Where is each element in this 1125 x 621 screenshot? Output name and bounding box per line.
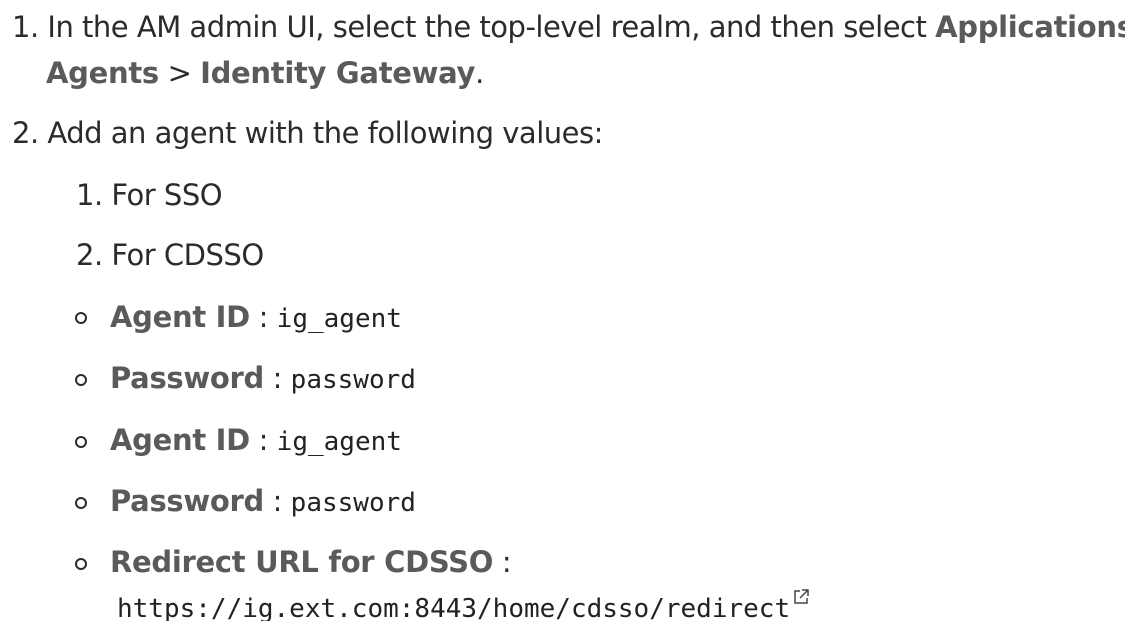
bullet-icon: [75, 558, 87, 570]
value-label: Password: [110, 361, 264, 395]
bullet-icon: [75, 497, 87, 509]
value-separator: :: [258, 423, 269, 457]
step-1-continued: Agents > Identity Gateway.: [46, 56, 484, 90]
step-text: Add an agent with the following values:: [47, 116, 603, 150]
value-separator: :: [272, 361, 283, 395]
substep-number: 2.: [76, 238, 103, 272]
value-agent-id-2: Agent ID : ig_agent: [110, 423, 402, 459]
step-1: 1. In the AM admin UI, select the top-le…: [12, 10, 1125, 44]
value-code: password: [290, 365, 416, 395]
nav-separator: >: [167, 56, 192, 90]
nav-identity-gateway: Identity Gateway: [200, 56, 476, 90]
nav-agents: Agents: [46, 56, 159, 90]
step-text-end: .: [475, 56, 484, 90]
bullet-icon: [75, 436, 87, 448]
value-code: ig_agent: [276, 304, 402, 334]
substep-sso: 1. For SSO: [76, 178, 223, 212]
substep-cdsso: 2. For CDSSO: [76, 238, 264, 272]
value-label: Agent ID: [110, 300, 250, 334]
redirect-url-link[interactable]: https://ig.ext.com:8443/home/cdsso/redir…: [117, 594, 790, 621]
value-separator: :: [258, 300, 269, 334]
value-code: password: [290, 488, 416, 518]
value-redirect-url: https://ig.ext.com:8443/home/cdsso/redir…: [117, 588, 810, 621]
value-label: Agent ID: [110, 423, 250, 457]
value-password-2: Password : password: [110, 484, 416, 520]
step-2: 2. Add an agent with the following value…: [12, 116, 603, 150]
bullet-icon: [75, 374, 87, 386]
bullet-icon: [75, 312, 87, 324]
external-link-icon[interactable]: [792, 588, 810, 606]
value-code: ig_agent: [276, 427, 402, 457]
step-number: 1.: [12, 10, 39, 44]
value-password-1: Password : password: [110, 361, 416, 397]
value-separator: :: [272, 484, 283, 518]
step-number: 2.: [12, 116, 39, 150]
value-label: Password: [110, 484, 264, 518]
substep-text: For SSO: [111, 178, 223, 212]
substep-text: For CDSSO: [111, 238, 264, 272]
nav-applications: Applications: [935, 10, 1125, 44]
value-separator: :: [501, 545, 512, 579]
substep-number: 1.: [76, 178, 103, 212]
value-redirect-url-label: Redirect URL for CDSSO :: [110, 545, 512, 579]
value-label: Redirect URL for CDSSO: [110, 545, 494, 579]
value-agent-id-1: Agent ID : ig_agent: [110, 300, 402, 336]
step-text: In the AM admin UI, select the top-level…: [47, 10, 927, 44]
